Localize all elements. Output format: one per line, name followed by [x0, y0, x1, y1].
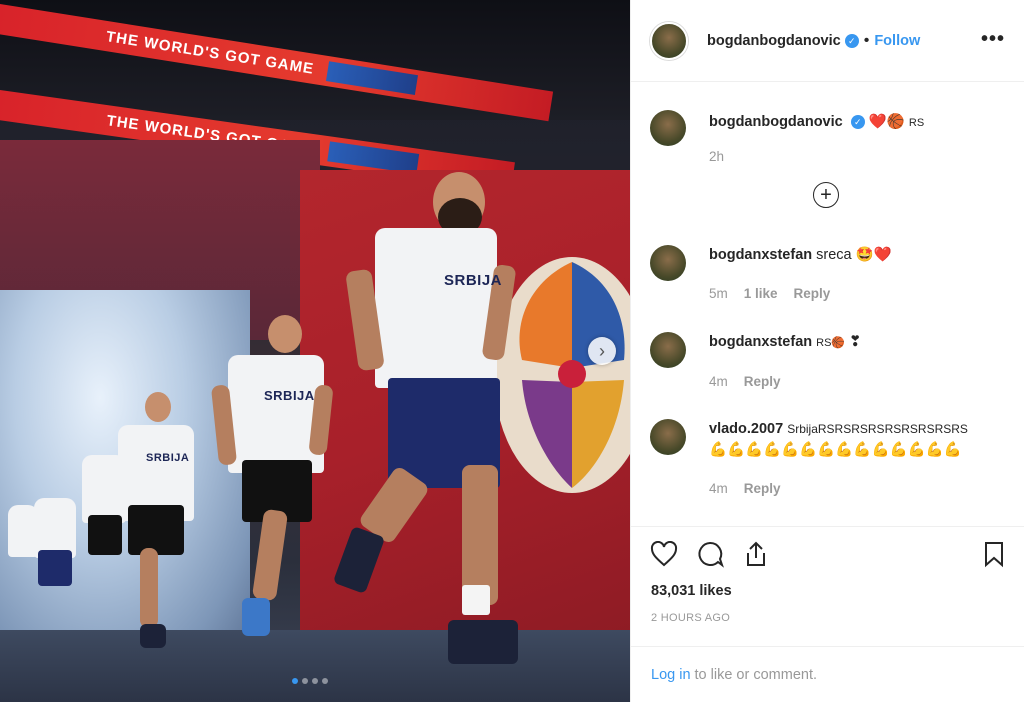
header-username[interactable]: bogdanbogdanovic [707, 33, 841, 49]
comment-emoji: ❣ [849, 334, 862, 350]
verified-icon: ✓ [844, 33, 859, 48]
verified-icon: ✓ [850, 115, 865, 130]
comment-text: SrbijaRSRSRSRSRSRSRSRSRS [787, 422, 968, 436]
login-prompt: Log in to like or comment. [631, 646, 1024, 702]
follow-button[interactable]: Follow [874, 33, 920, 49]
caption-username[interactable]: bogdanbogdanovic [709, 114, 843, 130]
bookmark-icon[interactable] [979, 539, 1009, 569]
comment-icon[interactable] [695, 539, 725, 569]
chevron-right-icon: › [599, 340, 605, 361]
comment-item: bogdanxstefan sreca 🤩❤️ 5m 1 like Reply [650, 245, 999, 304]
comment-username[interactable]: vlado.2007 [709, 421, 783, 437]
carousel-dot [312, 678, 318, 684]
floor [0, 630, 630, 702]
post-photo[interactable]: THE WORLD'S GOT GAME THE WORLD'S GOT GAM… [0, 0, 630, 702]
share-icon[interactable] [741, 539, 771, 569]
load-more-comments-button[interactable]: + [813, 182, 839, 208]
reply-button[interactable]: Reply [744, 478, 781, 499]
login-text: to like or comment. [694, 666, 818, 683]
caption-emoji: ❤️🏀 [868, 114, 905, 130]
caption-flag: RS [908, 117, 925, 129]
comment-time: 4m [709, 374, 728, 389]
comment-time: 4m [709, 481, 728, 496]
instagram-post: THE WORLD'S GOT GAME THE WORLD'S GOT GAM… [0, 0, 1024, 702]
comment-emoji: 💪💪💪💪💪💪💪💪💪💪💪💪💪💪 [709, 442, 962, 458]
like-icon[interactable] [649, 539, 679, 569]
caption: bogdanbogdanovic ✓ ❤️🏀 RS 2h [650, 110, 999, 167]
caption-time: 2h [709, 149, 725, 164]
post-time: 2 HOURS AGO [651, 612, 731, 624]
avatar[interactable] [650, 245, 686, 281]
comment-text: sreca [816, 247, 852, 263]
carousel-dot [322, 678, 328, 684]
likes-count[interactable]: 83,031 likes [651, 583, 732, 599]
plus-icon: + [820, 184, 832, 206]
next-slide-button[interactable]: › [588, 337, 616, 365]
avatar[interactable] [650, 332, 686, 368]
comment-username[interactable]: bogdanxstefan [709, 247, 812, 263]
separator: • [863, 31, 870, 49]
carousel-dot [292, 678, 298, 684]
comment-text: RS🏀 [816, 337, 846, 349]
comments-list[interactable]: bogdanbogdanovic ✓ ❤️🏀 RS 2h + bogdanxst… [631, 82, 1024, 526]
comment-emoji: 🤩❤️ [855, 247, 892, 263]
comment-username[interactable]: bogdanxstefan [709, 334, 812, 350]
comment-likes[interactable]: 1 like [744, 283, 778, 304]
reply-button[interactable]: Reply [744, 371, 781, 392]
avatar[interactable] [650, 419, 686, 455]
carousel-dot [302, 678, 308, 684]
comment-item: vlado.2007 SrbijaRSRSRSRSRSRSRSRSRS 💪💪💪💪… [650, 419, 999, 499]
avatar[interactable] [650, 110, 686, 146]
more-options-icon[interactable]: ••• [981, 28, 1005, 51]
avatar[interactable] [650, 21, 688, 60]
login-link[interactable]: Log in [651, 667, 691, 683]
comment-item: bogdanxstefan RS🏀 ❣ 4m Reply [650, 332, 999, 392]
reply-button[interactable]: Reply [794, 283, 831, 304]
post-header: bogdanbogdanovic ✓ • Follow ••• [631, 0, 1024, 82]
carousel-dots [292, 678, 328, 684]
side-panel: bogdanbogdanovic ✓ • Follow ••• bogdanbo… [630, 0, 1024, 702]
comment-time: 5m [709, 286, 728, 301]
post-actions: 83,031 likes 2 HOURS AGO [631, 526, 1024, 646]
